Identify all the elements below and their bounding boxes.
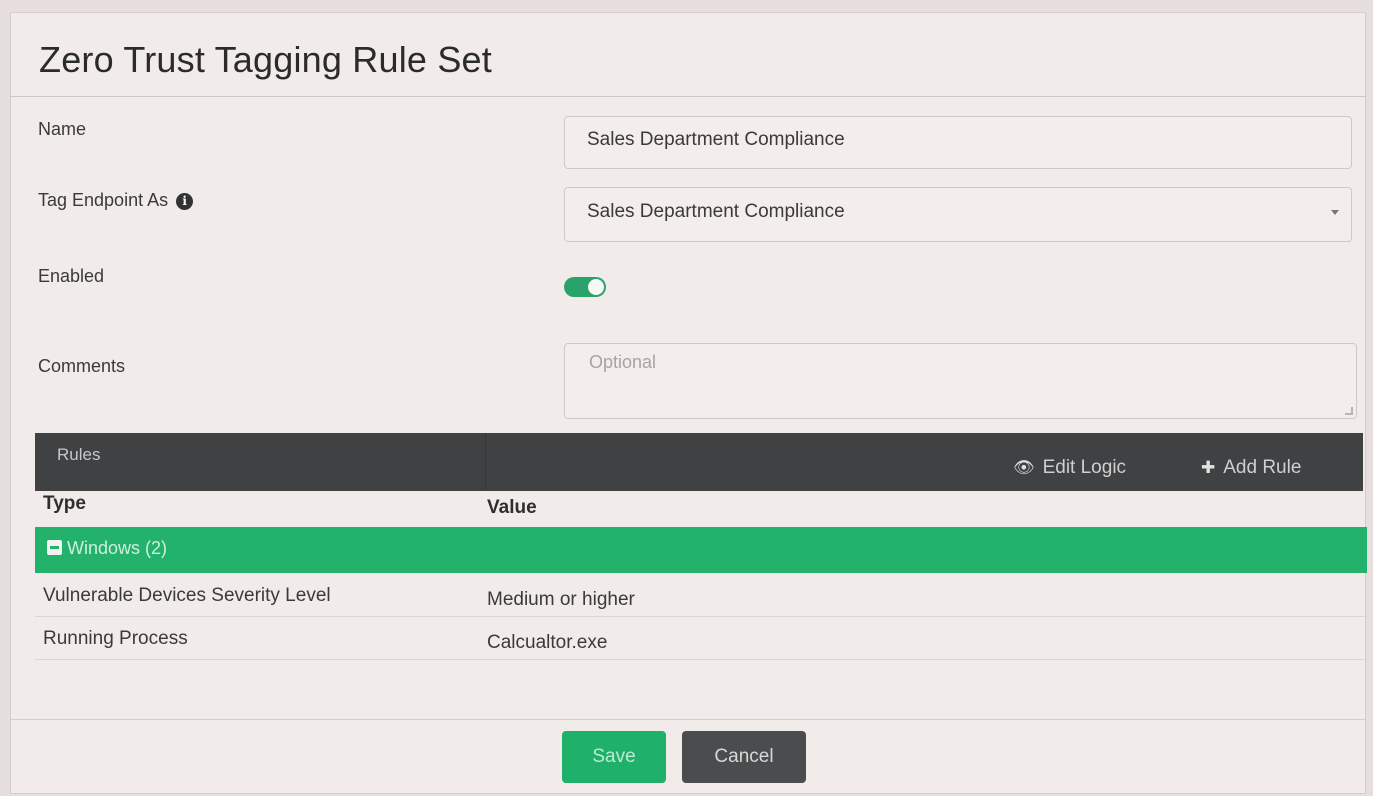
table-row[interactable]: Vulnerable Devices Severity Level Medium… (35, 575, 1367, 617)
comments-textarea[interactable]: Optional (564, 343, 1357, 419)
tag-endpoint-label-text: Tag Endpoint As (38, 190, 169, 210)
tag-endpoint-label: Tag Endpoint As i (38, 190, 194, 211)
rule-group-row[interactable]: Windows (2) (35, 527, 1367, 573)
chevron-down-icon (1331, 210, 1339, 215)
rule-value-cell: Calcualtor.exe (487, 632, 608, 653)
comments-label: Comments (38, 356, 126, 376)
save-button[interactable]: Save (562, 731, 666, 783)
tag-endpoint-selected-value: Sales Department Compliance (587, 201, 845, 222)
column-header-value: Value (487, 497, 537, 518)
table-row[interactable]: Running Process Calcualtor.exe (35, 618, 1367, 660)
enabled-label: Enabled (38, 266, 105, 286)
cancel-button[interactable]: Cancel (682, 731, 806, 783)
dialog-header: Zero Trust Tagging Rule Set (11, 13, 1365, 97)
comments-placeholder: Optional (589, 352, 657, 372)
rule-type-cell: Running Process (43, 628, 188, 649)
add-rule-button[interactable]: ✚ Add Rule (1201, 457, 1301, 479)
edit-logic-button[interactable]: 👁 Edit Logic (1013, 457, 1126, 479)
rules-title: Rules (57, 445, 101, 464)
eye-icon: 👁 (1013, 458, 1035, 477)
name-label: Name (38, 119, 87, 139)
rules-bar-divider (485, 433, 486, 491)
rule-type-cell: Vulnerable Devices Severity Level (43, 585, 331, 606)
rule-group-label: Windows (2) (67, 538, 168, 558)
name-input[interactable]: Sales Department Compliance (564, 116, 1352, 169)
tagging-rule-dialog: Zero Trust Tagging Rule Set Name Sales D… (10, 12, 1367, 794)
edit-logic-label: Edit Logic (1042, 457, 1127, 478)
collapse-icon[interactable] (47, 540, 62, 555)
footer-divider (11, 719, 1365, 720)
rules-header-bar: Rules 👁 Edit Logic ✚ Add Rule (35, 433, 1363, 491)
info-icon[interactable]: i (176, 193, 194, 210)
resize-handle[interactable] (1345, 407, 1353, 415)
plus-icon: ✚ (1201, 458, 1216, 477)
rule-value-cell: Medium or higher (487, 589, 635, 610)
column-header-type: Type (43, 493, 86, 514)
enabled-toggle[interactable] (564, 277, 606, 297)
dialog-title: Zero Trust Tagging Rule Set (39, 39, 492, 80)
toggle-knob (588, 279, 604, 295)
add-rule-label: Add Rule (1223, 457, 1302, 478)
tag-endpoint-select[interactable]: Sales Department Compliance (564, 187, 1352, 242)
